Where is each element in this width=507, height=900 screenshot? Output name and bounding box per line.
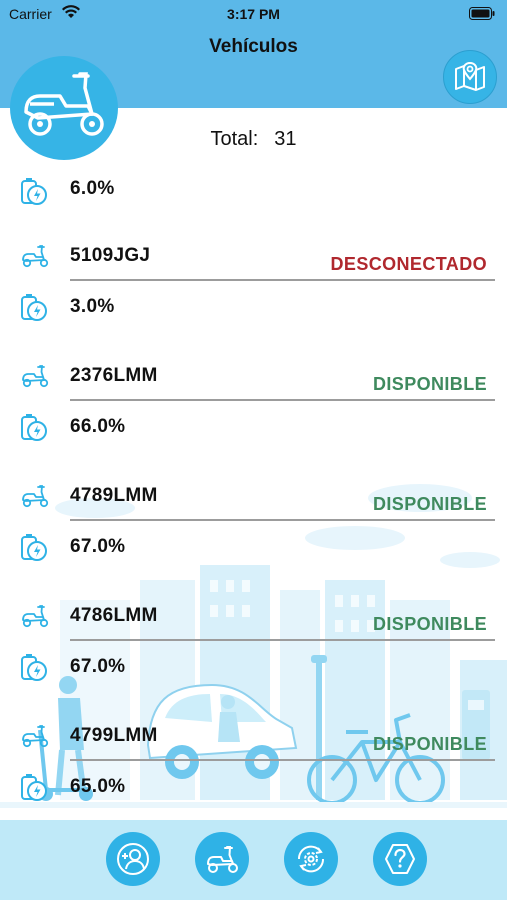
total-value: 31: [274, 128, 297, 150]
battery-icon: [21, 178, 47, 205]
total-count: Total: 31: [0, 128, 507, 151]
vehicle-plate: 4789LMM: [70, 485, 158, 506]
divider: [70, 519, 495, 521]
help-icon: [385, 844, 415, 874]
battery-icon: [21, 414, 47, 441]
vehicle-row[interactable]: 5109JGJ DESCONECTADO 3.0%: [0, 238, 507, 338]
vehicle-status: DESCONECTADO: [330, 254, 487, 274]
battery-icon: [21, 654, 47, 681]
vehicle-row[interactable]: 2376LMM DISPONIBLE 66.0%: [0, 358, 507, 458]
scooter-icon: [22, 605, 49, 628]
battery-status-icon: [469, 7, 495, 20]
battery-level: 67.0%: [70, 536, 126, 557]
divider: [70, 399, 495, 401]
vehicle-status: DISPONIBLE: [372, 494, 487, 514]
map-icon: [455, 61, 485, 91]
user-add-icon: [117, 843, 149, 875]
vehicle-plate: 5109JGJ: [70, 245, 151, 266]
vehicle-plate: 2376LMM: [70, 365, 158, 386]
battery-level: 6.0%: [70, 178, 115, 199]
clock: 3:17 PM: [227, 6, 280, 22]
battery-icon: [21, 534, 47, 561]
map-button[interactable]: [443, 50, 497, 104]
tab-vehicles[interactable]: [195, 832, 249, 886]
scooter-icon: [207, 846, 238, 873]
tab-users[interactable]: [106, 832, 160, 886]
battery-icon: [21, 774, 47, 801]
divider: [70, 759, 495, 761]
battery-level: 3.0%: [70, 296, 115, 317]
scooter-icon: [22, 245, 49, 268]
gear-refresh-icon: [297, 845, 325, 873]
battery-level: 66.0%: [70, 416, 126, 437]
vehicle-row[interactable]: 4786LMM DISPONIBLE 67.0%: [0, 598, 507, 698]
vehicle-row[interactable]: 4799LMM DISPONIBLE 65.0%: [0, 718, 507, 818]
scooter-icon: [22, 485, 49, 508]
scooter-icon: [22, 365, 49, 388]
status-bar: Carrier 3:17 PM: [0, 0, 507, 30]
battery-icon: [21, 294, 47, 321]
vehicle-plate: 4799LMM: [70, 725, 158, 746]
scooter-icon: [22, 725, 49, 748]
page-title: Vehículos: [209, 36, 298, 57]
vehicle-status: DISPONIBLE: [372, 614, 487, 634]
tab-settings[interactable]: [284, 832, 338, 886]
divider: [70, 279, 495, 281]
divider: [70, 639, 495, 641]
vehicle-row[interactable]: 4789LMM DISPONIBLE 67.0%: [0, 478, 507, 578]
battery-level: 65.0%: [70, 776, 126, 797]
tab-help[interactable]: [373, 832, 427, 886]
vehicle-status: DISPONIBLE: [372, 734, 487, 754]
bottom-tab-bar: [0, 820, 507, 900]
vehicle-plate: 4786LMM: [70, 605, 158, 626]
battery-level: 67.0%: [70, 656, 126, 677]
total-label: Total:: [210, 128, 259, 150]
vehicle-status: DISPONIBLE: [372, 374, 487, 394]
